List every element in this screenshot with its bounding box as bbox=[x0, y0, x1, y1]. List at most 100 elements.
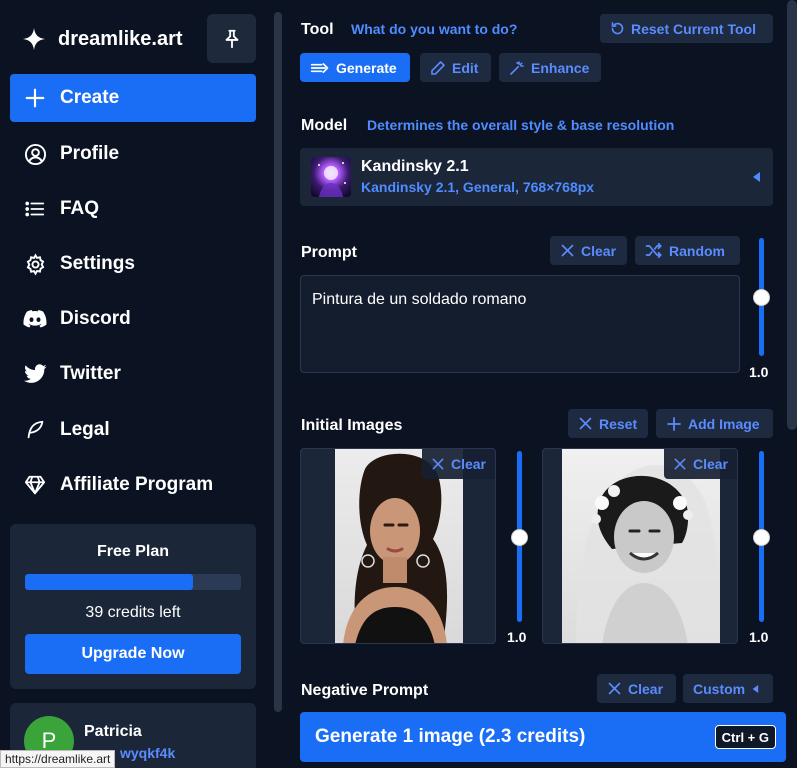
sparkle-logo-icon bbox=[22, 27, 46, 51]
discord-icon bbox=[23, 307, 47, 331]
prompt-weight-value: 1.0 bbox=[749, 364, 769, 380]
user-circle-icon bbox=[23, 142, 47, 166]
tool-mode-generate-label: Generate bbox=[336, 59, 397, 76]
model-hint: Determines the overall style & base reso… bbox=[367, 117, 675, 133]
plus-icon bbox=[23, 86, 47, 110]
initial-images-title: Initial Images bbox=[301, 417, 403, 434]
plus-icon bbox=[666, 416, 682, 432]
nav-item-settings[interactable]: Settings bbox=[10, 240, 256, 288]
add-image-label: Add Image bbox=[688, 415, 760, 432]
image-2-clear-button[interactable]: Clear bbox=[663, 449, 737, 479]
negative-prompt-custom-label: Custom bbox=[693, 680, 746, 697]
nav-label-profile: Profile bbox=[60, 143, 120, 164]
model-selector[interactable]: Kandinsky 2.1 Kandinsky 2.1, General, 76… bbox=[300, 148, 773, 206]
image-2-weight-value: 1.0 bbox=[749, 629, 769, 645]
arrows-right-icon bbox=[310, 61, 330, 75]
twitter-icon bbox=[23, 362, 47, 386]
caret-left-icon bbox=[751, 684, 759, 694]
tool-mode-edit-label: Edit bbox=[452, 59, 479, 76]
list-icon bbox=[23, 197, 47, 221]
nav-label-faq: FAQ bbox=[60, 198, 100, 219]
magic-wand-icon bbox=[509, 60, 525, 76]
plan-card: Free Plan 39 credits left Upgrade Now bbox=[10, 524, 256, 689]
model-name: Kandinsky 2.1 bbox=[361, 158, 469, 175]
slider-thumb[interactable] bbox=[511, 529, 528, 546]
plan-title: Free Plan bbox=[96, 543, 170, 560]
user-handle: wyqkf4k bbox=[120, 745, 176, 761]
add-image-button[interactable]: Add Image bbox=[656, 409, 773, 438]
credits-left: 39 credits left bbox=[85, 604, 181, 621]
upgrade-now-button[interactable]: Upgrade Now bbox=[25, 634, 241, 674]
image-1-clear-button[interactable]: Clear bbox=[421, 449, 495, 479]
pin-icon bbox=[221, 28, 243, 50]
nav-label-create: Create bbox=[60, 87, 120, 108]
nav-item-affiliate[interactable]: Affiliate Program bbox=[10, 461, 256, 509]
nav-label-settings: Settings bbox=[60, 253, 135, 274]
caret-left-icon bbox=[751, 171, 761, 183]
shuffle-icon bbox=[645, 243, 663, 258]
credits-progress-fill bbox=[25, 574, 194, 590]
negative-prompt-custom-button[interactable]: Custom bbox=[683, 674, 773, 703]
close-icon bbox=[673, 457, 687, 471]
feather-icon bbox=[23, 418, 47, 442]
tool-mode-generate[interactable]: Generate bbox=[300, 53, 410, 82]
nav-label-twitter: Twitter bbox=[60, 363, 121, 384]
close-icon bbox=[560, 243, 575, 258]
prompt-random-button[interactable]: Random bbox=[635, 236, 740, 265]
nav-item-faq[interactable]: FAQ bbox=[10, 185, 256, 233]
nav-item-twitter[interactable]: Twitter bbox=[10, 350, 256, 398]
reset-current-tool-button[interactable]: Reset Current Tool bbox=[600, 14, 773, 43]
close-icon bbox=[607, 681, 622, 696]
prompt-input[interactable]: Pintura de un soldado romano bbox=[300, 275, 740, 373]
generate-button[interactable]: Generate 1 image (2.3 credits) Ctrl + G bbox=[300, 712, 786, 762]
image-1-weight-slider[interactable]: 1.0 bbox=[507, 451, 529, 645]
pencil-icon bbox=[430, 60, 446, 76]
credits-progress-bar bbox=[25, 574, 241, 590]
prompt-clear-label: Clear bbox=[581, 242, 617, 259]
nav-item-legal[interactable]: Legal bbox=[10, 406, 256, 454]
tool-mode-enhance[interactable]: Enhance bbox=[499, 53, 601, 82]
close-icon bbox=[578, 416, 593, 431]
brand-name: dreamlike.art bbox=[58, 27, 183, 50]
user-name: Patricia bbox=[84, 723, 142, 740]
generate-label: Generate 1 image (2.3 credits) bbox=[315, 726, 586, 747]
nav-item-discord[interactable]: Discord bbox=[10, 295, 256, 343]
prompt-weight-slider[interactable]: 1.0 bbox=[749, 238, 771, 380]
status-url-tooltip: https://dreamlike.art bbox=[0, 750, 116, 768]
prompt-title: Prompt bbox=[301, 244, 357, 261]
model-title: Model bbox=[301, 117, 348, 134]
main-scrollbar[interactable] bbox=[787, 0, 797, 430]
nav-item-create[interactable]: Create bbox=[10, 74, 256, 122]
slider-thumb[interactable] bbox=[753, 529, 770, 546]
tool-mode-edit[interactable]: Edit bbox=[420, 53, 491, 82]
model-description: Kandinsky 2.1, General, 768×768px bbox=[361, 179, 595, 195]
initial-images-reset-label: Reset bbox=[599, 415, 638, 432]
initial-image-1[interactable]: Clear bbox=[300, 448, 496, 644]
image-1-clear-label: Clear bbox=[450, 456, 486, 472]
reset-current-tool-label: Reset Current Tool bbox=[631, 20, 756, 37]
image-2-weight-slider[interactable]: 1.0 bbox=[749, 451, 771, 645]
generate-shortcut: Ctrl + G bbox=[714, 725, 776, 749]
tool-hint: What do you want to do? bbox=[351, 21, 518, 37]
tool-title: Tool bbox=[301, 21, 334, 38]
prompt-random-label: Random bbox=[669, 242, 725, 259]
close-icon bbox=[431, 457, 445, 471]
negative-prompt-clear-button[interactable]: Clear bbox=[597, 674, 676, 703]
prompt-clear-button[interactable]: Clear bbox=[550, 236, 627, 265]
model-thumbnail bbox=[311, 157, 351, 197]
sidebar-scrollbar[interactable] bbox=[274, 12, 282, 712]
image-2-clear-label: Clear bbox=[692, 456, 728, 472]
negative-prompt-title: Negative Prompt bbox=[301, 682, 429, 699]
nav-item-profile[interactable]: Profile bbox=[10, 130, 256, 178]
sidebar: dreamlike.art Create Profile FAQ Setting… bbox=[0, 0, 270, 768]
gear-icon bbox=[23, 252, 47, 276]
brand[interactable]: dreamlike.art bbox=[22, 22, 183, 56]
reset-icon bbox=[610, 21, 625, 36]
pin-sidebar-button[interactable] bbox=[207, 14, 256, 63]
create-panel: Tool What do you want to do? Reset Curre… bbox=[285, 0, 797, 768]
nav-label-legal: Legal bbox=[60, 419, 110, 440]
initial-image-2[interactable]: Clear bbox=[542, 448, 738, 644]
slider-thumb[interactable] bbox=[753, 289, 770, 306]
diamond-icon bbox=[23, 473, 47, 497]
initial-images-reset-button[interactable]: Reset bbox=[568, 409, 648, 438]
